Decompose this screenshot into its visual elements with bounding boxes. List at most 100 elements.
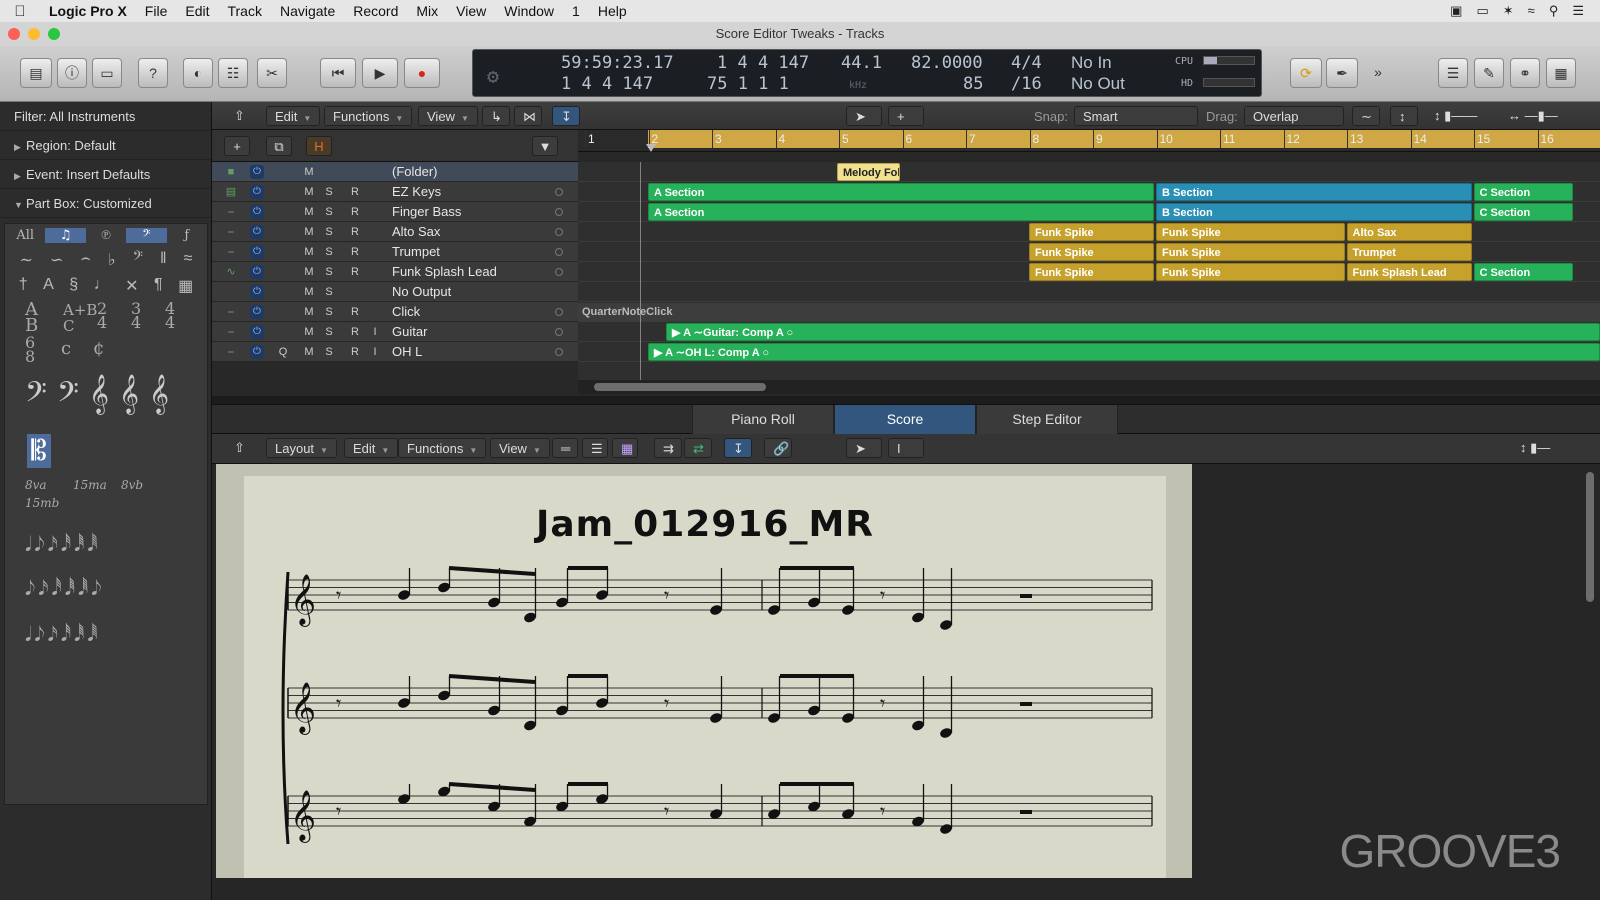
region-guitar-comp[interactable]: ▶ A ∼Guitar: Comp A ○	[666, 323, 1600, 341]
track-power-icon[interactable]: ⏻	[250, 225, 264, 239]
region-funk-spike[interactable]: Funk Spike	[1156, 243, 1345, 261]
library-button[interactable]: ▤	[20, 58, 52, 88]
cycle-button[interactable]: ⟳	[1290, 58, 1322, 88]
track-row[interactable]: ⎯ ⏻ M S R Alto Sax	[212, 222, 578, 242]
alto-clef-symbol[interactable]: 𝄡	[27, 434, 51, 468]
track-s-button[interactable]: S	[322, 345, 336, 359]
track-record-dot[interactable]	[555, 348, 563, 356]
track-s-button[interactable]: S	[322, 245, 336, 259]
region-funk-spike[interactable]: Funk Spike	[1156, 223, 1345, 241]
track-power-icon[interactable]: ⏻	[250, 205, 264, 219]
notification-center-icon[interactable]: ☰	[1572, 3, 1584, 19]
link-button[interactable]: 🔗	[764, 438, 792, 458]
region-row[interactable]: ▶ Region: Default	[0, 131, 211, 160]
octave-8va[interactable]: 8va	[25, 478, 47, 492]
waveform-zoom-button[interactable]: ∼	[1352, 106, 1380, 126]
menu-edit[interactable]: Edit	[176, 3, 218, 19]
automation-button[interactable]: ↳	[482, 106, 510, 126]
track-r-button[interactable]: R	[348, 205, 362, 219]
track-name[interactable]: Trumpet	[392, 243, 440, 261]
menu-track[interactable]: Track	[218, 3, 270, 19]
track-name[interactable]: EZ Keys	[392, 183, 441, 201]
linear-view-button[interactable]: ═	[552, 438, 578, 458]
track-row[interactable]: ■ ⏻ M (Folder)	[212, 162, 578, 182]
region-c-section[interactable]: C Section	[1473, 263, 1574, 281]
time-signature-symbol[interactable]: 24	[97, 301, 107, 331]
part-box-tab-dynamics[interactable]: ƒ	[167, 228, 207, 243]
notepad-button[interactable]: ✎	[1474, 58, 1504, 88]
tab-score[interactable]: Score	[834, 405, 976, 434]
menu-1[interactable]: 1	[563, 3, 589, 19]
track-record-dot[interactable]	[555, 268, 563, 276]
symbol-icon[interactable]: ♭	[108, 250, 116, 270]
track-i-button[interactable]: I	[368, 345, 382, 359]
scroll-thumb[interactable]	[594, 383, 766, 391]
pencil-tool-menu[interactable]: +	[888, 106, 924, 126]
midi-out-button[interactable]: ⇄	[684, 438, 712, 458]
track-m-button[interactable]: M	[302, 245, 316, 259]
track-row[interactable]: ⎯ ⏻ M S R I Guitar	[212, 322, 578, 342]
cycle-region[interactable]	[648, 130, 1600, 148]
region-alto-sax[interactable]: Alto Sax	[1346, 223, 1472, 241]
track-power-icon[interactable]: ⏻	[250, 245, 264, 259]
tracks-up-arrow-icon[interactable]: ⇧	[226, 106, 253, 126]
smart-controls-button[interactable]: ◐	[183, 58, 213, 88]
cut-time-symbol[interactable]: ¢	[93, 338, 104, 359]
tab-piano-roll[interactable]: Piano Roll	[692, 405, 834, 434]
screen-record-icon[interactable]: ▣	[1450, 3, 1462, 19]
track-collapse-button[interactable]: ▼	[532, 136, 558, 156]
track-r-button[interactable]: R	[348, 325, 362, 339]
play-button[interactable]: ▶	[362, 58, 398, 88]
vertical-auto-zoom-button[interactable]: ↕	[1390, 106, 1418, 126]
symbol-icon[interactable]: ¶	[154, 276, 163, 296]
score-edit-menu[interactable]: Edit ▼	[344, 438, 399, 458]
track-r-button[interactable]: R	[348, 305, 362, 319]
tracks-edit-menu[interactable]: Edit ▼	[266, 106, 321, 126]
time-signature-symbol[interactable]: 68	[25, 335, 35, 365]
toolbar-toggle-button[interactable]: ▭	[92, 58, 122, 88]
region-funk-splash-lead[interactable]: Funk Splash Lead	[1346, 263, 1472, 281]
playhead[interactable]	[646, 144, 656, 152]
track-m-button[interactable]: M	[302, 285, 316, 299]
bass-clef-symbol[interactable]: 𝄢	[25, 376, 47, 416]
track-m-button[interactable]: M	[302, 225, 316, 239]
track-r-button[interactable]: R	[348, 185, 362, 199]
track-m-button[interactable]: M	[302, 265, 316, 279]
symbol-icon[interactable]: †	[19, 276, 28, 296]
score-text-tool[interactable]: I	[888, 438, 924, 458]
track-name[interactable]: (Folder)	[392, 163, 438, 181]
note-values-row-3[interactable]: 𝅘𝅥𝅘𝅥𝅮𝅘𝅥𝅯𝅘𝅥𝅰𝅘𝅥𝅱𝅘𝅥𝅲	[25, 622, 101, 646]
note-values-row-2[interactable]: 𝅘𝅥𝅮𝅘𝅥𝅯𝅘𝅥𝅰𝅘𝅥𝅱𝅘𝅥𝅲𝅘𝅥𝅮	[25, 576, 105, 600]
track-record-dot[interactable]	[555, 188, 563, 196]
track-record-dot[interactable]	[555, 308, 563, 316]
minimize-window-button[interactable]	[28, 28, 40, 40]
track-s-button[interactable]: S	[322, 285, 336, 299]
vertical-zoom-slider[interactable]: ↕ ▮——	[1426, 106, 1496, 126]
octave-15mb[interactable]: 15mb	[25, 496, 59, 510]
symbol-icon[interactable]: §	[69, 276, 78, 296]
symbol-icon[interactable]: ‖	[160, 250, 167, 270]
loop-browser-button[interactable]: ⚭	[1510, 58, 1540, 88]
track-s-button[interactable]: S	[322, 325, 336, 339]
duplicate-track-button[interactable]: ⧉	[266, 136, 292, 156]
track-r-button[interactable]: R	[348, 225, 362, 239]
track-lane[interactable]	[578, 162, 1600, 182]
track-record-dot[interactable]	[555, 248, 563, 256]
chord-symbol[interactable]: A+B C	[63, 302, 97, 334]
symbol-icon[interactable]: ∼	[20, 250, 33, 270]
region-c-section[interactable]: C Section	[1473, 203, 1574, 221]
track-s-button[interactable]: S	[322, 305, 336, 319]
track-row[interactable]: ⎯ ⏻ M S R Click	[212, 302, 578, 322]
hide-tracks-button[interactable]: H	[306, 136, 332, 156]
record-button[interactable]: ●	[404, 58, 440, 88]
octave-8vb[interactable]: 8vb	[121, 478, 143, 492]
part-box-tab-clefs[interactable]: 𝄢	[126, 227, 167, 243]
score-sheet[interactable]: Jam_012916_MR 𝄞 𝄾 𝄾 𝄾 𝄞 𝄾 𝄾 𝄾 𝄞 𝄾 𝄾 𝄾	[244, 476, 1166, 878]
track-s-button[interactable]: S	[322, 225, 336, 239]
inspector-button[interactable]: ⓘ	[57, 58, 87, 88]
time-signature-symbol[interactable]: 44	[165, 301, 175, 331]
disclosure-triangle-down-icon[interactable]: ▼	[14, 191, 26, 220]
track-name[interactable]: Funk Splash Lead	[392, 263, 497, 281]
drag-select[interactable]: Overlap	[1244, 106, 1344, 126]
menu-record[interactable]: Record	[344, 3, 407, 19]
